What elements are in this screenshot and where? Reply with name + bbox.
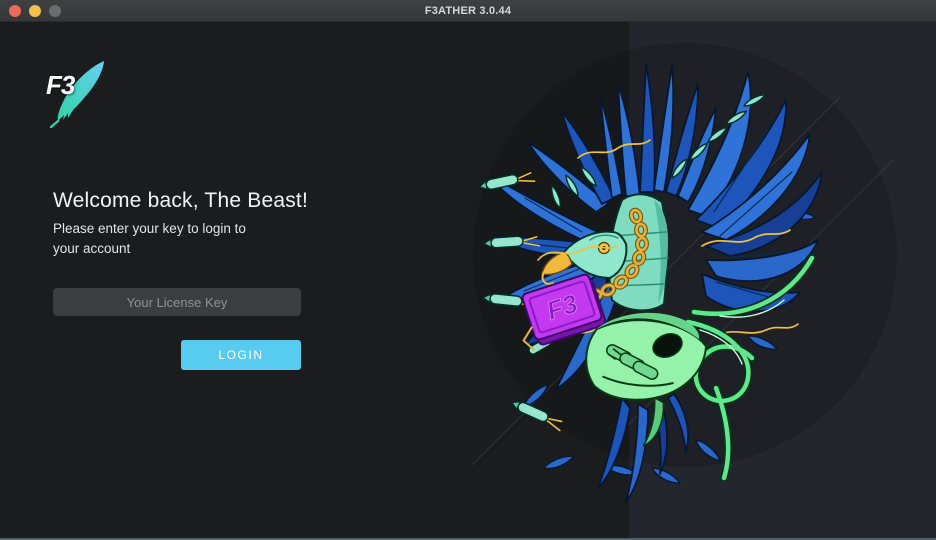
welcome-subheading: Please enter your key to login to your a…: [53, 219, 246, 259]
logo-text: F3: [46, 70, 74, 101]
license-key-input[interactable]: [53, 288, 301, 316]
subheading-line-2: your account: [53, 239, 246, 259]
traffic-lights: [9, 0, 61, 21]
login-panel: F3 Welcome back, The Beast! Please enter…: [0, 0, 936, 540]
zoom-button-disabled: [49, 5, 61, 17]
minimize-button[interactable]: [29, 5, 41, 17]
login-button[interactable]: LOGIN: [181, 340, 301, 370]
close-button[interactable]: [9, 5, 21, 17]
titlebar: F3ATHER 3.0.44: [0, 0, 936, 22]
welcome-heading: Welcome back, The Beast!: [53, 189, 308, 213]
app-logo: F3: [42, 56, 114, 128]
subheading-line-1: Please enter your key to login to: [53, 219, 246, 239]
window-title: F3ATHER 3.0.44: [425, 5, 511, 17]
app-window: F3: [0, 0, 936, 540]
